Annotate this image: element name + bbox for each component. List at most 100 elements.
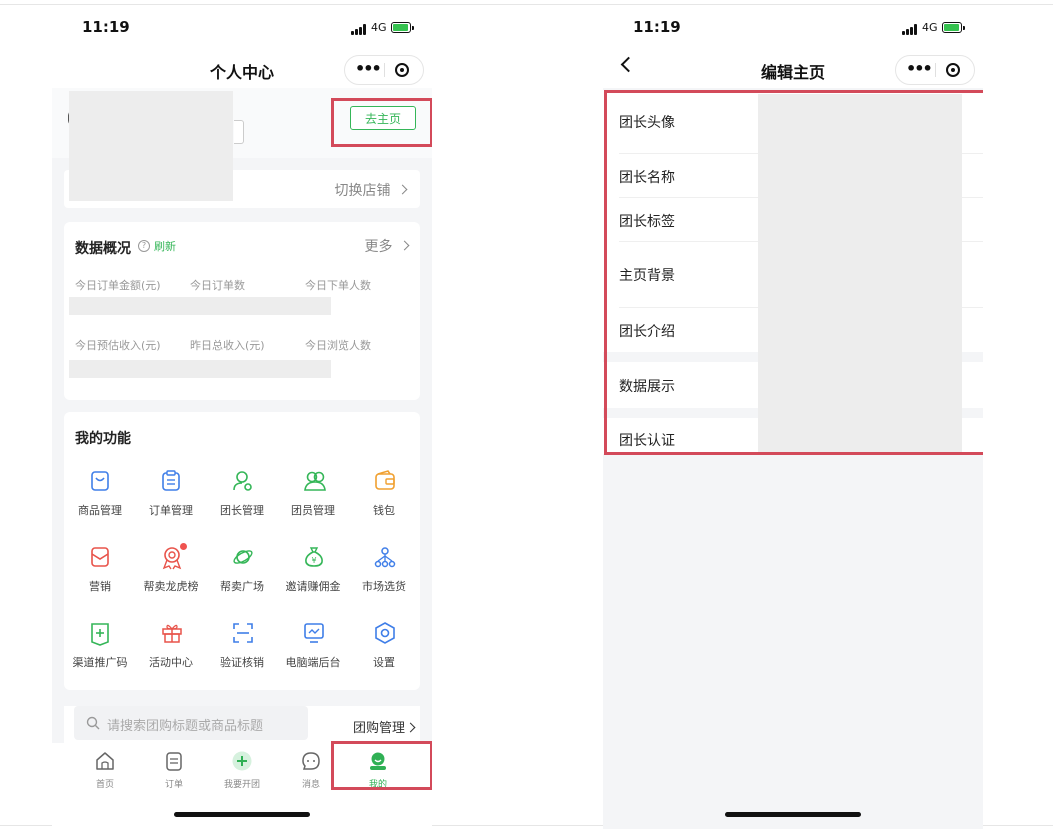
more-link[interactable]: 更多 bbox=[365, 236, 410, 256]
feature-label: 帮卖龙虎榜 bbox=[143, 580, 199, 593]
feature-channel-promo-code[interactable]: 渠道推广码 bbox=[65, 622, 135, 678]
plus-tag-icon bbox=[91, 623, 109, 646]
feature-label: 帮卖广场 bbox=[220, 580, 264, 593]
feature-wallet[interactable]: 钱包 bbox=[349, 470, 419, 526]
coupon-icon bbox=[91, 547, 109, 567]
money-bag-icon: ¥ bbox=[305, 547, 323, 567]
metric-label: 今日订单金额(元) bbox=[75, 279, 161, 292]
mini-program-capsule: ••• bbox=[895, 55, 975, 85]
tab-label: 首页 bbox=[95, 780, 114, 790]
tab-home[interactable]: 首页 bbox=[74, 751, 136, 791]
feature-label: 活动中心 bbox=[149, 656, 193, 669]
tab-start-group[interactable]: 我要开团 bbox=[211, 751, 273, 791]
settings-icon bbox=[375, 622, 395, 644]
highlight-edit-list bbox=[604, 90, 983, 455]
home-indicator bbox=[725, 812, 861, 817]
feature-label: 商品管理 bbox=[78, 504, 122, 517]
monitor-icon bbox=[304, 623, 324, 643]
signal-icon bbox=[902, 24, 919, 35]
chevron-right-icon bbox=[405, 722, 416, 733]
users-icon bbox=[304, 471, 326, 491]
feature-activity-center[interactable]: 活动中心 bbox=[136, 622, 206, 678]
refresh-link[interactable]: 刷新 bbox=[154, 238, 176, 254]
status-time: 11:19 bbox=[82, 18, 130, 36]
search-icon bbox=[86, 716, 100, 730]
status-time: 11:19 bbox=[633, 18, 681, 36]
search-placeholder: 请搜索团购标题或商品标题 bbox=[107, 719, 264, 734]
feature-label: 渠道推广码 bbox=[72, 656, 128, 669]
data-overview-title: 数据概况 bbox=[75, 241, 131, 257]
feature-label: 电脑端后台 bbox=[285, 656, 341, 669]
battery-icon bbox=[942, 22, 965, 33]
feature-label: 团长管理 bbox=[220, 504, 264, 517]
wallet-icon bbox=[375, 470, 395, 490]
more-icon[interactable]: ••• bbox=[355, 59, 382, 78]
feature-product-management[interactable]: 商品管理 bbox=[65, 470, 135, 526]
home-indicator bbox=[174, 812, 310, 817]
bag-icon bbox=[91, 471, 109, 491]
tab-label: 我要开团 bbox=[223, 780, 260, 790]
edit-homepage-screen: 11:19 4G 编辑主页 ••• 团长头像 团长名称 团长标签 主页背景 团长… bbox=[603, 0, 983, 829]
scan-icon bbox=[233, 623, 253, 643]
more-icon[interactable]: ••• bbox=[906, 59, 933, 78]
feature-label: 验证核销 bbox=[220, 656, 264, 669]
svg-text:¥: ¥ bbox=[311, 556, 316, 565]
close-target-icon[interactable] bbox=[946, 63, 960, 77]
plus-circle-icon bbox=[232, 751, 252, 771]
data-overview-card: 数据概况 ? 刷新 更多 今日订单金额(元) 今日订单数 今日下单人数 今日预估… bbox=[64, 222, 420, 400]
feature-order-management[interactable]: 订单管理 bbox=[136, 470, 206, 526]
home-icon bbox=[96, 752, 114, 770]
feature-sales-plaza[interactable]: 帮卖广场 bbox=[207, 546, 277, 602]
feature-verify-redeem[interactable]: 验证核销 bbox=[207, 622, 277, 678]
network-icon bbox=[374, 547, 396, 568]
close-target-icon[interactable] bbox=[395, 63, 409, 77]
feature-label: 市场选货 bbox=[362, 580, 406, 593]
avatar-placeholder bbox=[69, 91, 233, 201]
highlight-go-home bbox=[331, 98, 432, 147]
user-icon bbox=[233, 471, 252, 491]
feature-market-sourcing[interactable]: 市场选货 bbox=[349, 546, 419, 602]
chevron-right-icon bbox=[399, 240, 410, 251]
tab-label: 订单 bbox=[164, 780, 183, 790]
feature-label: 订单管理 bbox=[149, 504, 193, 517]
personal-center-screen: 11:19 4G 个人中心 ••• 去主页 切换店铺 数据概况 ? 刷新 更多 … bbox=[52, 0, 432, 829]
signal-icon bbox=[351, 24, 368, 35]
feature-label: 设置 bbox=[373, 656, 395, 669]
feature-label: 邀请赚佣金 bbox=[285, 580, 341, 593]
metric-value-placeholder bbox=[69, 360, 331, 378]
feature-label: 团员管理 bbox=[291, 504, 335, 517]
switch-shop-link[interactable]: 切换店铺 bbox=[335, 180, 408, 200]
empty-area bbox=[603, 454, 983, 829]
search-row: 请搜索团购标题或商品标题 团购管理 bbox=[64, 706, 420, 743]
search-input[interactable]: 请搜索团购标题或商品标题 bbox=[74, 706, 308, 740]
feature-sales-ranking[interactable]: 帮卖龙虎榜 bbox=[136, 543, 206, 602]
feature-invite-commission[interactable]: ¥ 邀请赚佣金 bbox=[278, 546, 348, 602]
feature-member-management[interactable]: 团员管理 bbox=[278, 470, 348, 526]
feature-leader-management[interactable]: 团长管理 bbox=[207, 470, 277, 526]
feature-desktop-admin[interactable]: 电脑端后台 bbox=[278, 622, 348, 678]
order-icon bbox=[166, 752, 182, 771]
nav-bar: 编辑主页 ••• bbox=[603, 52, 983, 88]
group-management-link[interactable]: 团购管理 bbox=[353, 717, 416, 736]
metric-label: 今日浏览人数 bbox=[305, 339, 371, 352]
network-type: 4G bbox=[371, 21, 387, 34]
feature-settings[interactable]: 设置 bbox=[349, 622, 419, 678]
status-bar: 11:19 4G bbox=[52, 0, 432, 52]
gift-icon bbox=[162, 624, 182, 643]
battery-icon bbox=[391, 22, 414, 33]
nav-bar: 个人中心 ••• bbox=[52, 52, 432, 88]
feature-marketing[interactable]: 营销 bbox=[65, 546, 135, 602]
highlight-my-tab bbox=[331, 741, 432, 790]
metric-label: 今日下单人数 bbox=[305, 279, 371, 292]
clipboard-icon bbox=[162, 470, 180, 491]
metric-label: 今日订单数 bbox=[190, 279, 245, 292]
mini-program-capsule: ••• bbox=[344, 55, 424, 85]
network-type: 4G bbox=[922, 21, 938, 34]
status-bar: 11:19 4G bbox=[603, 0, 983, 52]
planet-icon bbox=[233, 550, 253, 564]
feature-label: 营销 bbox=[89, 580, 111, 593]
chevron-right-icon bbox=[397, 184, 408, 195]
tab-orders[interactable]: 订单 bbox=[143, 751, 205, 791]
notification-dot bbox=[180, 543, 187, 550]
help-icon[interactable]: ? bbox=[138, 240, 150, 252]
